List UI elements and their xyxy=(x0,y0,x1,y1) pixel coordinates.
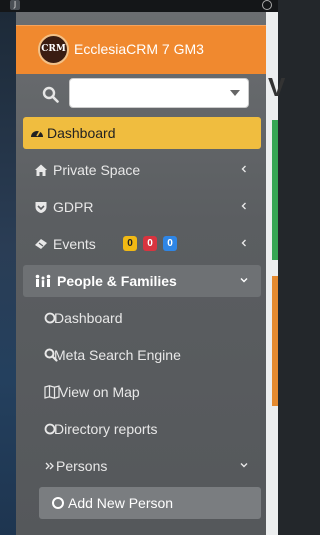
green-card-edge xyxy=(272,120,278,260)
dashboard-icon xyxy=(31,130,43,137)
chevron-down-icon[interactable] xyxy=(230,90,240,96)
search-icon[interactable] xyxy=(42,86,59,103)
sidebar-subitem-dashboard[interactable]: Dashboard xyxy=(23,302,261,334)
sidebar-item-label: Persons xyxy=(56,458,108,474)
main-content: V xyxy=(266,12,285,535)
brand-logo: CRM xyxy=(38,34,69,65)
sidebar-subitem-add-new-person[interactable]: Add New Person xyxy=(39,487,261,519)
sidebar: CRM EcclesiaCRM 7 GM3 Dashboard Private … xyxy=(16,12,266,535)
desktop-background xyxy=(0,12,16,535)
sidebar-search xyxy=(16,78,266,122)
sidebar-item-people-families[interactable]: People & Families xyxy=(23,265,261,297)
ticket-icon xyxy=(35,239,47,249)
sidebar-item-label: Dashboard xyxy=(54,310,123,326)
chevron-left-icon xyxy=(241,165,246,173)
map-icon xyxy=(44,385,60,399)
events-badge-blue: 0 xyxy=(163,236,177,251)
sidebar-item-label: Add New Person xyxy=(68,495,174,511)
sidebar-item-label: Meta Search Engine xyxy=(54,347,181,363)
sidebar-subitem-directory-reports[interactable]: Directory reports xyxy=(23,413,261,445)
brand-name: EcclesiaCRM 7 GM3 xyxy=(74,41,204,57)
sidebar-item-events[interactable]: Events 0 0 0 xyxy=(23,228,261,260)
sidebar-subitem-view-on-map[interactable]: View on Map xyxy=(23,376,261,408)
sidebar-item-label: View on Map xyxy=(59,384,140,400)
events-badge-yellow: 0 xyxy=(123,236,137,251)
search-select-input[interactable] xyxy=(69,78,249,108)
sidebar-item-label: GDPR xyxy=(53,199,94,215)
sidebar-item-dashboard[interactable]: Dashboard xyxy=(23,117,261,149)
sidebar-item-label: Events xyxy=(53,236,96,252)
family-icon xyxy=(35,274,51,287)
chevron-down-icon xyxy=(240,278,248,283)
clock-icon xyxy=(262,0,272,10)
orange-card-edge xyxy=(272,276,278,406)
top-strip-button[interactable]: J xyxy=(10,0,20,10)
shield-icon xyxy=(35,202,47,213)
home-icon xyxy=(35,164,47,176)
page-heading-fragment: V xyxy=(268,72,286,102)
sidebar-item-label: Private Space xyxy=(53,162,141,178)
events-badge-red: 0 xyxy=(143,236,157,251)
sidebar-item-private-space[interactable]: Private Space xyxy=(23,154,261,186)
sidebar-subitem-meta-search[interactable]: Meta Search Engine xyxy=(23,339,261,371)
sidebar-item-label: Directory reports xyxy=(54,421,158,437)
circle-icon xyxy=(52,497,64,509)
chevron-down-icon xyxy=(240,463,248,468)
chevron-left-icon xyxy=(241,202,246,210)
sidebar-item-gdpr[interactable]: GDPR xyxy=(23,191,261,223)
brand-header[interactable]: CRM EcclesiaCRM 7 GM3 xyxy=(16,25,266,74)
chevron-left-icon xyxy=(241,239,246,247)
system-top-strip: J xyxy=(0,0,278,12)
sidebar-subitem-persons[interactable]: Persons xyxy=(23,450,261,482)
sidebar-item-label: Dashboard xyxy=(47,125,116,141)
sidebar-item-label: People & Families xyxy=(57,273,177,289)
